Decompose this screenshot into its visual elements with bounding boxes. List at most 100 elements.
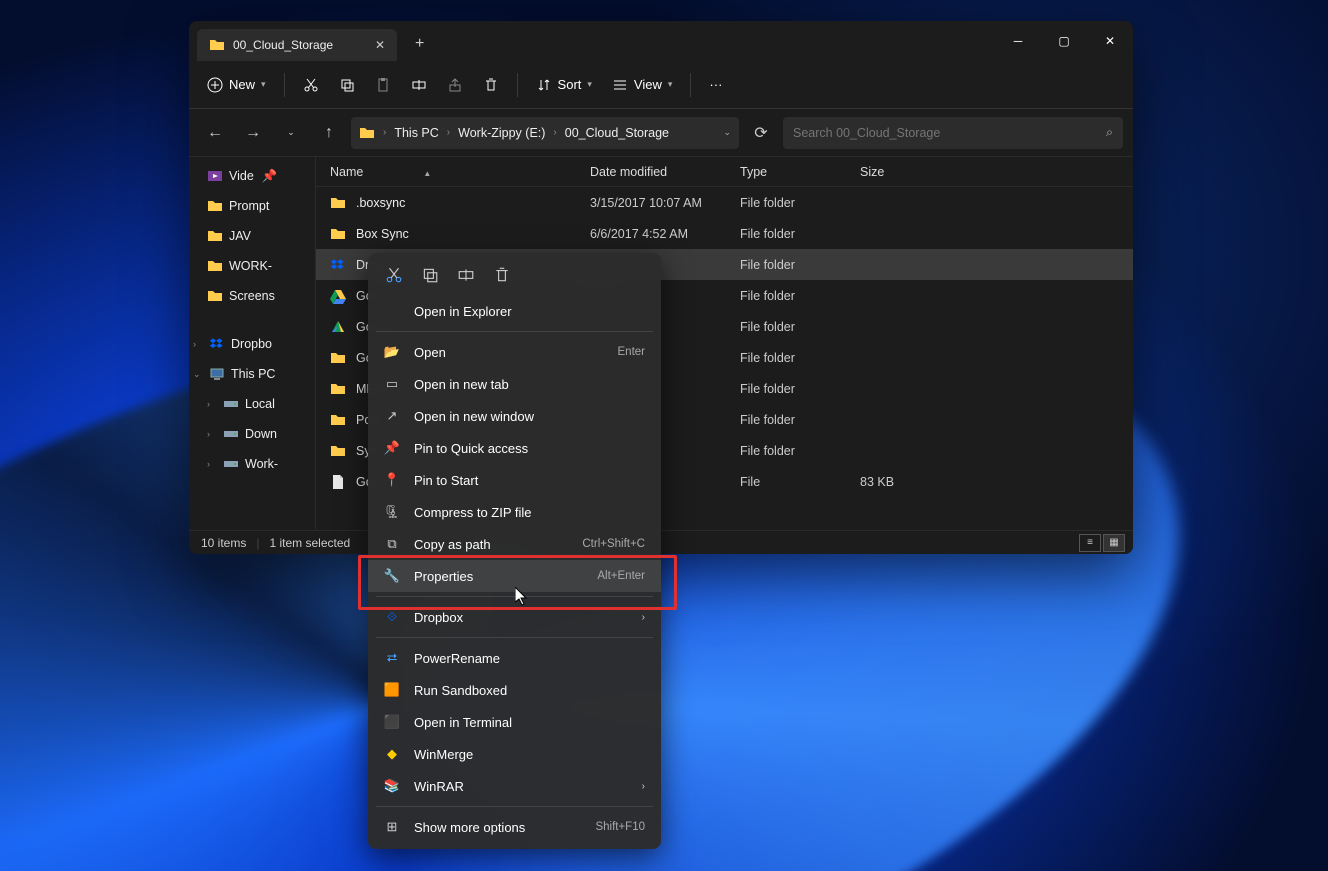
dropbox-icon: ⟐ [384, 609, 400, 625]
separator [690, 73, 691, 97]
sidebar-item[interactable]: Vide📌 [189, 161, 315, 191]
new-button[interactable]: New ▾ [199, 69, 274, 101]
view-label: View [634, 77, 662, 92]
window-icon: ↗ [384, 408, 400, 424]
sidebar-item[interactable]: WORK- [189, 251, 315, 281]
search-input[interactable] [793, 126, 1106, 140]
new-label: New [229, 77, 255, 92]
expander-icon[interactable]: › [207, 459, 217, 469]
ctx-open-tab[interactable]: ▭Open in new tab [368, 368, 661, 400]
ctx-show-more[interactable]: ⊞Show more optionsShift+F10 [368, 811, 661, 843]
ctx-compress-zip[interactable]: 🗜Compress to ZIP file [368, 496, 661, 528]
sort-button[interactable]: Sort ▾ [528, 69, 600, 101]
close-window-button[interactable]: ✕ [1087, 21, 1133, 61]
maximize-button[interactable]: ▢ [1041, 21, 1087, 61]
col-name[interactable]: Name▲ [316, 165, 576, 179]
file-type: File folder [726, 227, 846, 241]
file-icon [330, 412, 346, 428]
sidebar-item[interactable]: ⌄This PC [189, 359, 315, 389]
forward-button[interactable]: → [237, 117, 269, 149]
file-type: File folder [726, 413, 846, 427]
thumbnails-view-button[interactable]: ▦ [1103, 534, 1125, 552]
pin-icon: 📌 [384, 440, 400, 456]
sidebar-item[interactable]: Screens [189, 281, 315, 311]
expander-icon[interactable]: › [193, 339, 203, 349]
expander-icon[interactable]: › [207, 399, 217, 409]
file-icon [330, 195, 346, 211]
ctx-copy-path[interactable]: ⧉Copy as pathCtrl+Shift+C [368, 528, 661, 560]
copy-button[interactable] [331, 69, 363, 101]
cut-button[interactable] [295, 69, 327, 101]
trash-icon [483, 77, 499, 93]
file-date: 6/6/2017 4:52 AM [576, 227, 726, 241]
delete-button[interactable] [475, 69, 507, 101]
file-type: File folder [726, 258, 846, 272]
new-tab-button[interactable]: + [415, 35, 424, 53]
recent-button[interactable]: ⌄ [275, 117, 307, 149]
more-button[interactable]: ··· [701, 69, 730, 101]
col-size[interactable]: Size [846, 165, 926, 179]
breadcrumb-root[interactable]: This PC [394, 126, 438, 140]
breadcrumb-folder[interactable]: 00_Cloud_Storage [565, 126, 669, 140]
chevron-down-icon: ▾ [668, 79, 673, 90]
search-box[interactable]: ⌕ [783, 117, 1123, 149]
cut-button[interactable] [384, 265, 404, 285]
table-row[interactable]: Box Sync6/6/2017 4:52 AMFile folder [316, 218, 1133, 249]
sidebar-item[interactable]: ›Dropbo [189, 329, 315, 359]
paste-button[interactable] [367, 69, 399, 101]
ellipsis-icon: ··· [709, 77, 722, 92]
copy-icon [421, 266, 439, 284]
sidebar-item-label: Work- [245, 457, 278, 471]
file-name: Box Sync [356, 227, 576, 241]
ctx-run-sandboxed[interactable]: 🟧Run Sandboxed [368, 674, 661, 706]
breadcrumb-drive[interactable]: Work-Zippy (E:) [458, 126, 545, 140]
plus-circle-icon [207, 77, 223, 93]
address-bar[interactable]: › This PC › Work-Zippy (E:) › 00_Cloud_S… [351, 117, 739, 149]
sidebar-item[interactable]: Prompt [189, 191, 315, 221]
table-row[interactable]: .boxsync3/15/2017 10:07 AMFile folder [316, 187, 1133, 218]
folder-icon [209, 37, 225, 53]
ctx-open-explorer[interactable]: Open in Explorer [368, 295, 661, 327]
ctx-dropbox[interactable]: ⟐Dropbox› [368, 601, 661, 633]
ctx-powerrename[interactable]: ⮂PowerRename [368, 642, 661, 674]
minimize-button[interactable]: ─ [995, 21, 1041, 61]
ctx-open[interactable]: 📂OpenEnter [368, 336, 661, 368]
close-tab-icon[interactable]: ✕ [375, 38, 385, 52]
file-size: 83 KB [846, 475, 926, 489]
details-view-button[interactable]: ≡ [1079, 534, 1101, 552]
file-date: 3/15/2017 10:07 AM [576, 196, 726, 210]
search-icon[interactable]: ⌕ [1106, 125, 1113, 140]
window-tab[interactable]: 00_Cloud_Storage ✕ [197, 29, 397, 61]
sidebar-item[interactable]: ›Down [189, 419, 315, 449]
share-icon [447, 77, 463, 93]
refresh-button[interactable]: ⟳ [745, 117, 777, 149]
col-type[interactable]: Type [726, 165, 846, 179]
titlebar: 00_Cloud_Storage ✕ + ─ ▢ ✕ [189, 21, 1133, 61]
share-button[interactable] [439, 69, 471, 101]
up-button[interactable]: ↑ [313, 117, 345, 149]
context-menu-quickactions [368, 259, 661, 295]
ctx-properties[interactable]: 🔧PropertiesAlt+Enter [368, 560, 661, 592]
ctx-open-terminal[interactable]: ⬛Open in Terminal [368, 706, 661, 738]
sidebar-item[interactable]: ›Local [189, 389, 315, 419]
ctx-pin-start[interactable]: 📍Pin to Start [368, 464, 661, 496]
ctx-winmerge[interactable]: ◆WinMerge [368, 738, 661, 770]
ctx-open-window[interactable]: ↗Open in new window [368, 400, 661, 432]
rename-button[interactable] [456, 265, 476, 285]
ctx-pin-quick-access[interactable]: 📌Pin to Quick access [368, 432, 661, 464]
sidebar-item[interactable]: › Work- [189, 449, 315, 479]
rename-button[interactable] [403, 69, 435, 101]
ctx-winrar[interactable]: 📚WinRAR› [368, 770, 661, 802]
view-button[interactable]: View ▾ [604, 69, 680, 101]
sidebar-item[interactable]: JAV [189, 221, 315, 251]
col-date[interactable]: Date modified [576, 165, 726, 179]
expander-icon[interactable]: ⌄ [193, 369, 203, 380]
trash-icon [493, 266, 511, 284]
back-button[interactable]: ← [199, 117, 231, 149]
delete-button[interactable] [492, 265, 512, 285]
expander-icon[interactable]: › [207, 429, 217, 439]
copy-path-icon: ⧉ [384, 536, 400, 552]
copy-button[interactable] [420, 265, 440, 285]
folder-icon [359, 125, 375, 141]
chevron-down-icon[interactable]: ⌄ [723, 127, 731, 138]
